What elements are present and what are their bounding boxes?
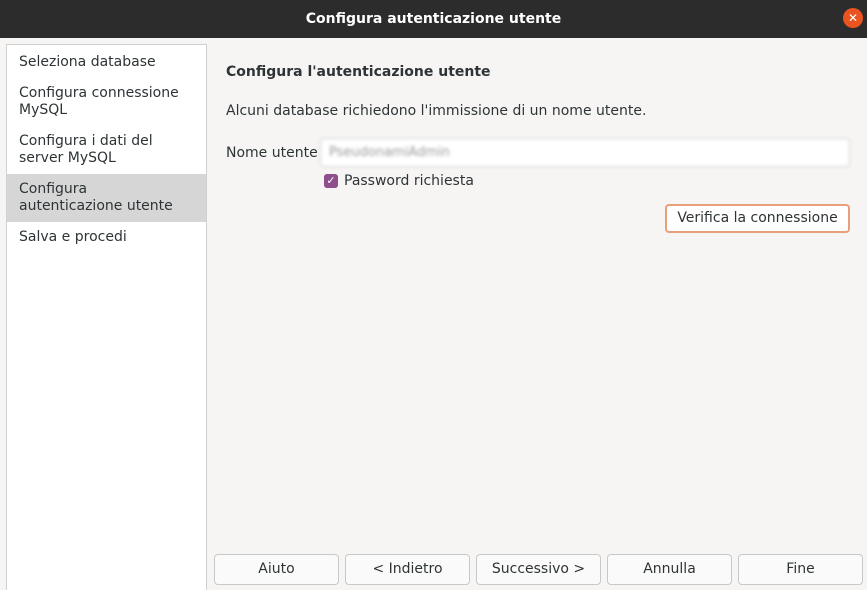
cancel-button[interactable]: Annulla xyxy=(607,554,732,585)
page-description: Alcuni database richiedono l'immissione … xyxy=(226,103,647,119)
password-required-label: Password richiesta xyxy=(344,173,474,189)
main-panel: Configura l'autenticazione utente Alcuni… xyxy=(208,38,867,590)
step-salva-procedi[interactable]: Salva e procedi xyxy=(7,222,206,253)
finish-button[interactable]: Fine xyxy=(738,554,863,585)
back-button[interactable]: < Indietro xyxy=(345,554,470,585)
page-heading: Configura l'autenticazione utente xyxy=(226,64,491,80)
window-title: Configura autenticazione utente xyxy=(305,11,562,27)
step-configura-server[interactable]: Configura i dati del server MySQL xyxy=(7,126,206,174)
step-seleziona-database[interactable]: Seleziona database xyxy=(7,47,206,78)
username-input[interactable]: PseudonamiAdmin xyxy=(320,138,850,167)
step-configura-connessione[interactable]: Configura connessione MySQL xyxy=(7,78,206,126)
verify-connection-button[interactable]: Verifica la connessione xyxy=(665,204,850,233)
steps-sidebar: Seleziona database Configura connessione… xyxy=(6,44,207,590)
password-required-checkbox[interactable]: ✓ xyxy=(324,174,338,188)
help-button[interactable]: Aiuto xyxy=(214,554,339,585)
close-icon[interactable]: ✕ xyxy=(843,8,863,28)
username-label: Nome utente xyxy=(226,145,318,161)
password-required-row[interactable]: ✓ Password richiesta xyxy=(324,173,474,189)
dialog-button-row: Aiuto < Indietro Successivo > Annulla Fi… xyxy=(214,554,867,585)
next-button[interactable]: Successivo > xyxy=(476,554,601,585)
window-titlebar: Configura autenticazione utente ✕ xyxy=(0,0,867,38)
step-configura-autenticazione[interactable]: Configura autenticazione utente xyxy=(7,174,206,222)
